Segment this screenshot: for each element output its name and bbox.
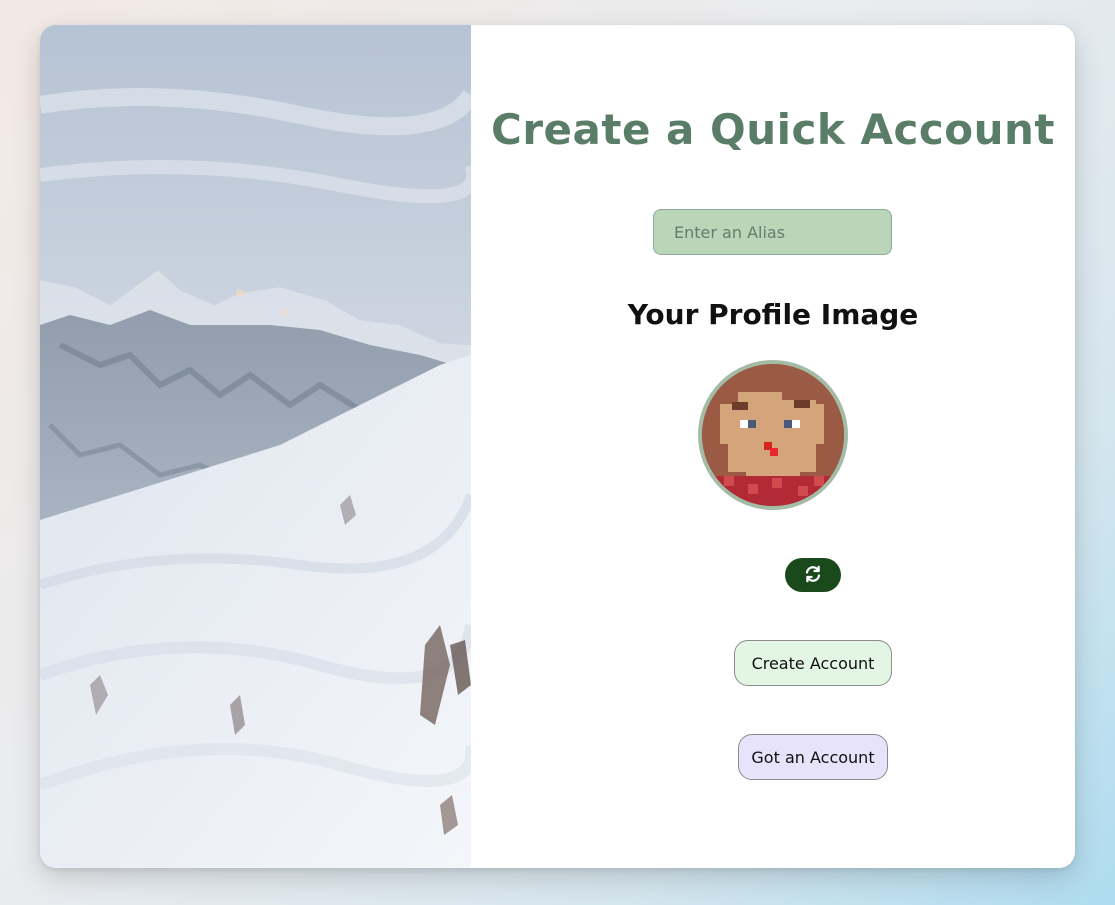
profile-image-heading: Your Profile Image: [627, 298, 919, 331]
page-title: Create a Quick Account: [491, 105, 1055, 154]
avatar: [698, 360, 848, 510]
signup-card: Create a Quick Account Your Profile Imag…: [40, 25, 1075, 868]
mountain-photo: [40, 25, 471, 868]
signup-form: Create a Quick Account Your Profile Imag…: [471, 25, 1075, 868]
alias-input[interactable]: [653, 209, 892, 255]
got-account-button[interactable]: Got an Account: [738, 734, 888, 780]
create-account-button[interactable]: Create Account: [734, 640, 892, 686]
pixel-avatar-image: [702, 364, 844, 506]
refresh-avatar-button[interactable]: [785, 558, 841, 592]
refresh-icon: [804, 565, 822, 586]
